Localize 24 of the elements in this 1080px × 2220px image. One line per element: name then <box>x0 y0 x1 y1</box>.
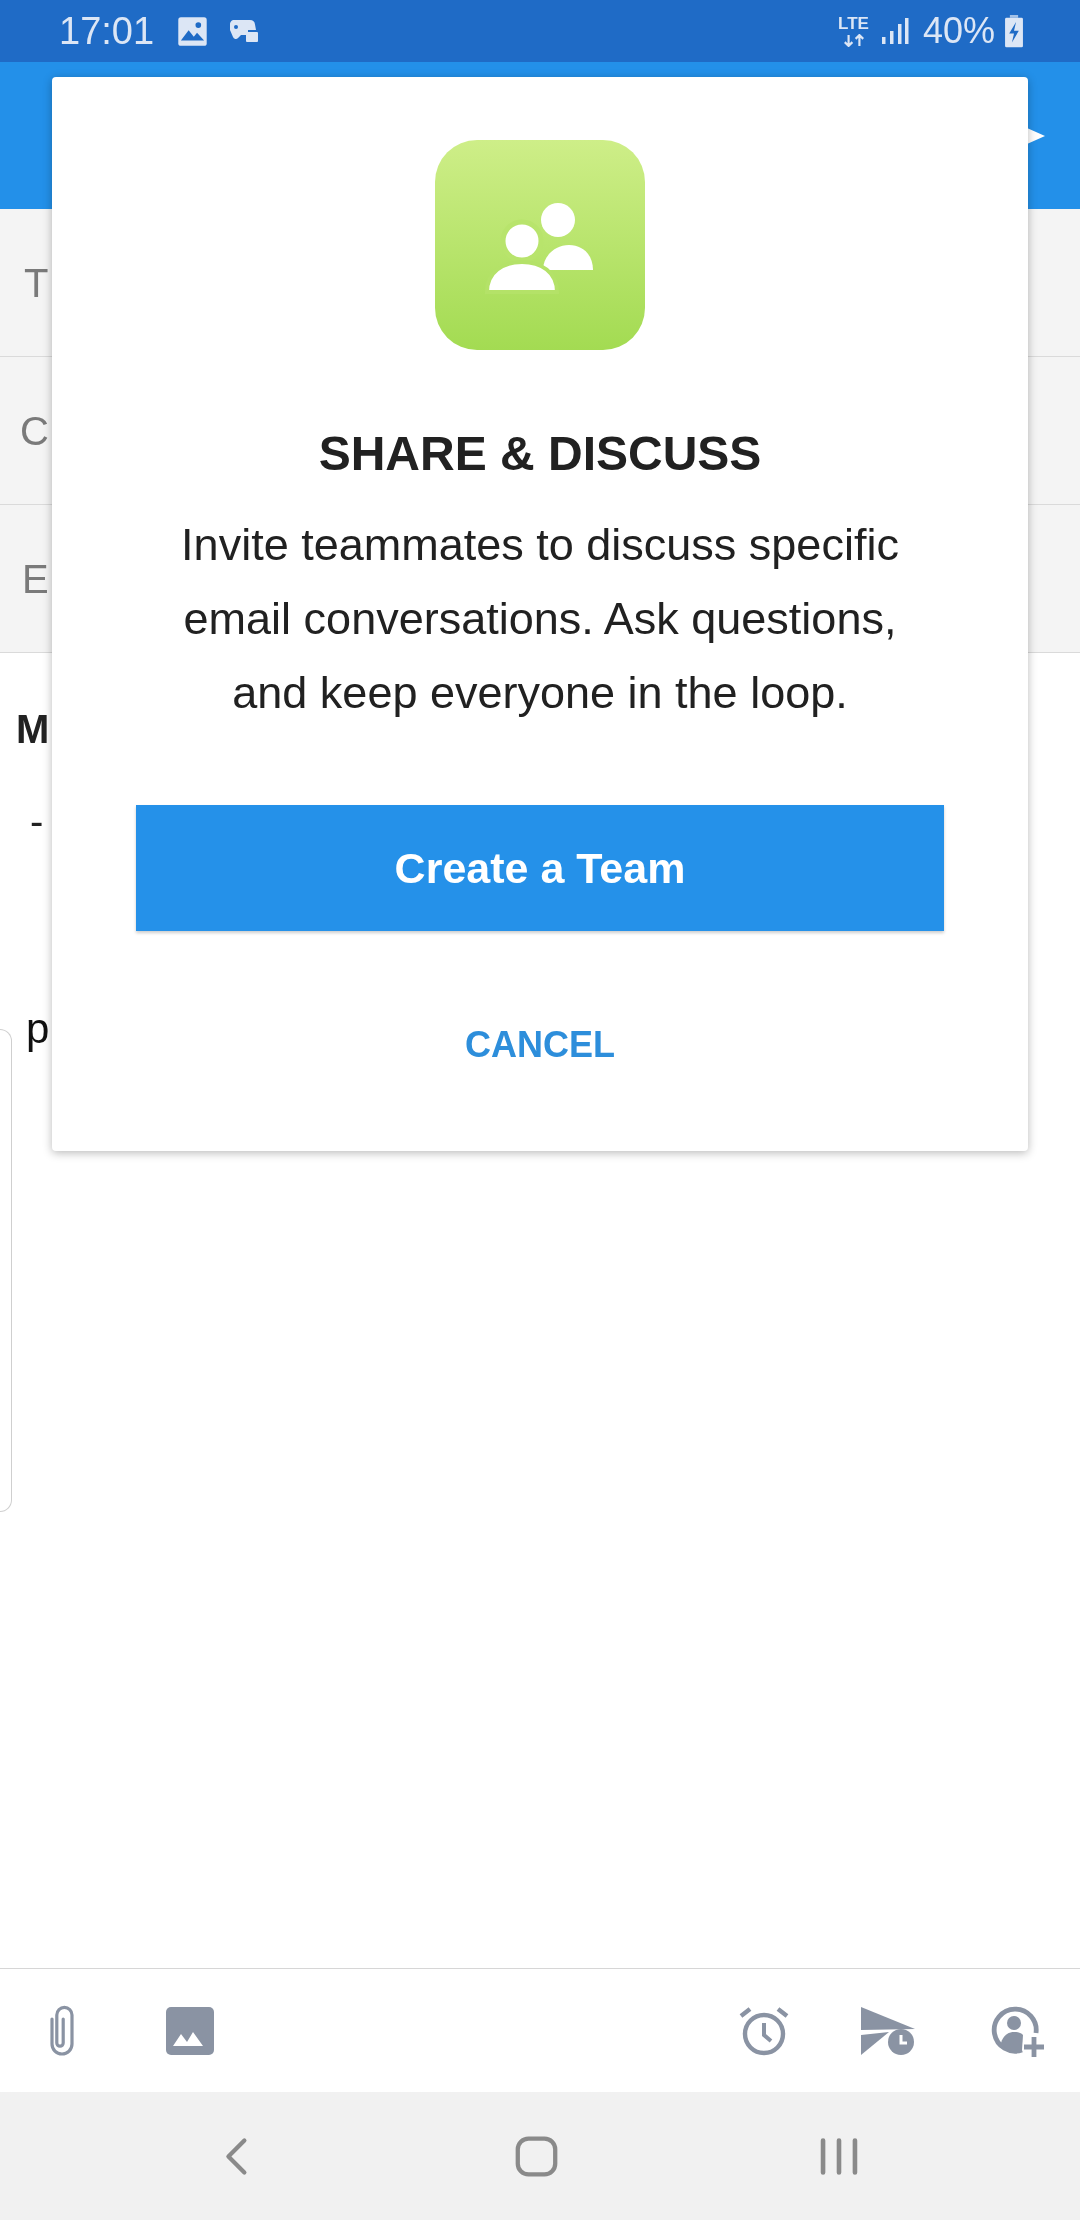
gamepad-icon <box>227 17 260 45</box>
signal-icon <box>880 17 909 45</box>
cancel-button[interactable]: CANCEL <box>441 1000 639 1090</box>
body-text: p <box>26 1004 50 1054</box>
home-icon <box>514 2135 558 2177</box>
field-label: E <box>22 555 49 603</box>
network-type-label: LTE <box>838 15 869 32</box>
battery-percent: 40% <box>922 13 995 49</box>
gallery-icon <box>176 15 210 47</box>
create-team-button[interactable]: Create a Team <box>136 805 944 931</box>
clock-time: 17:01 <box>59 12 155 50</box>
dialog-message: Invite teammates to discuss specific email conversations. Ask questions, and keep everyone in the loop. <box>180 518 900 720</box>
battery-charging-icon <box>1004 14 1024 48</box>
image-icon <box>166 2006 214 2055</box>
field-label: T <box>24 259 49 307</box>
dialog-title: SHARE & DISCUSS <box>318 426 762 482</box>
send-clock-icon <box>861 2004 917 2057</box>
body-text: - <box>29 798 44 845</box>
field-label: C <box>20 407 49 455</box>
data-arrows-icon <box>842 34 865 47</box>
recent-apps-icon <box>819 2136 859 2176</box>
group-icon <box>435 140 645 350</box>
body-text: M <box>15 706 50 753</box>
alarm-clock-icon <box>738 2004 790 2057</box>
